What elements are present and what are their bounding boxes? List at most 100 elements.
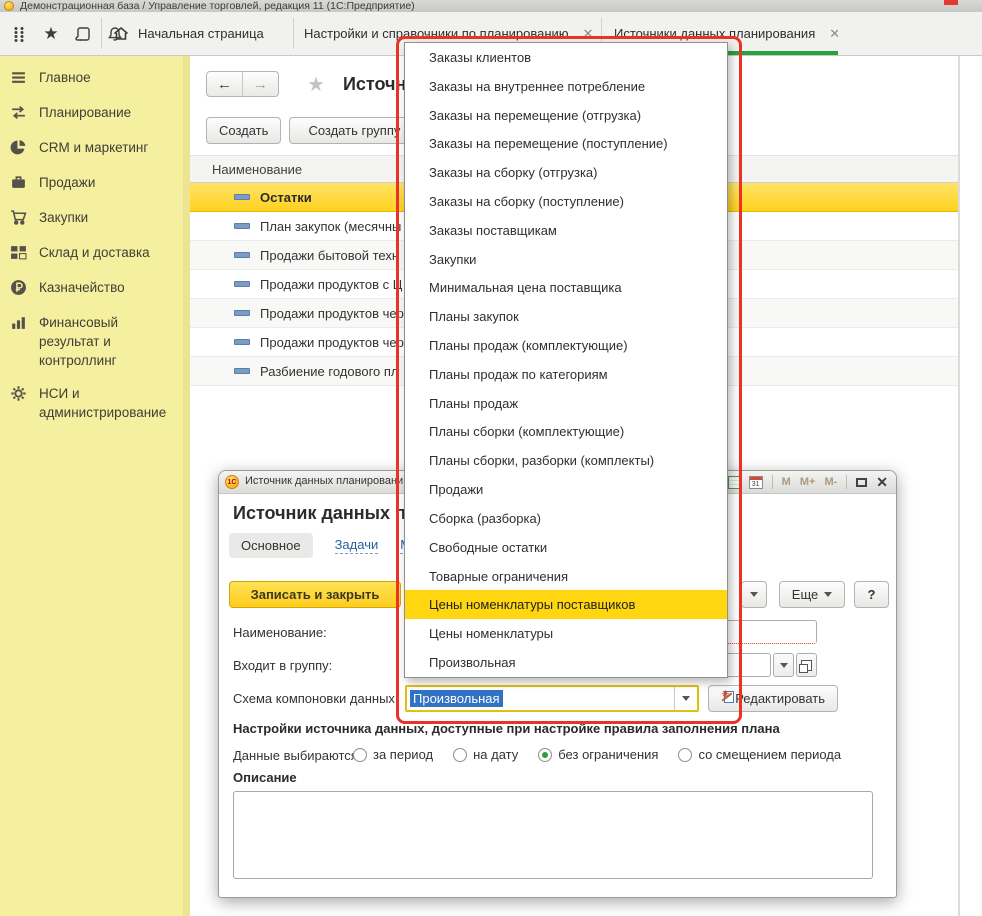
row-name: Продажи продуктов чер [260, 306, 404, 321]
dialog-title: Источник данных планировани [245, 475, 403, 487]
help-button[interactable]: ? [854, 581, 889, 608]
sidebar-item-4[interactable]: Закупки [0, 208, 190, 229]
group-label: Входит в группу: [233, 658, 332, 673]
dropdown-item[interactable]: Продажи [405, 475, 727, 504]
dialog-tab-main[interactable]: Основное [229, 533, 313, 558]
app-titlebar: Демонстрационная база / Управление торго… [0, 0, 982, 12]
service-menu-icon[interactable] [10, 25, 28, 43]
sidebar-scrollbar[interactable] [183, 56, 190, 916]
tab-home[interactable]: Начальная страница [102, 12, 292, 55]
schema-dropdown-arrow[interactable] [674, 687, 697, 710]
calendar-icon[interactable]: 31 [749, 476, 763, 489]
memory-m-plus-button[interactable]: M+ [800, 476, 816, 488]
dropdown-item[interactable]: Планы продаж по категориям [405, 360, 727, 389]
sidebar: Главное Планирование CRM и маркетинг Продаж… [0, 56, 190, 916]
sidebar-item-3[interactable]: Продажи [0, 173, 190, 194]
save-and-close-button[interactable]: Записать и закрыть [229, 581, 401, 608]
dropdown-item[interactable]: Заказы клиентов [405, 43, 727, 72]
radio-circle-icon[interactable] [353, 748, 367, 762]
dropdown-item[interactable]: Свободные остатки [405, 533, 727, 562]
dropdown-item[interactable]: Заказы поставщикам [405, 216, 727, 245]
dropdown-item[interactable]: Заказы на сборку (отгрузка) [405, 158, 727, 187]
dropdown-item[interactable]: Закупки [405, 245, 727, 274]
dropdown-item[interactable]: Планы закупок [405, 302, 727, 331]
sidebar-item-label: Главное [39, 68, 91, 87]
description-field[interactable] [233, 791, 873, 879]
schema-combobox[interactable]: Произвольная [405, 685, 699, 712]
sidebar-item-6[interactable]: Казначейство [0, 278, 190, 299]
radio-circle-icon[interactable] [538, 748, 552, 762]
tab-settings-close-icon[interactable]: ✕ [583, 26, 594, 42]
radio-option-1[interactable]: на дату [453, 747, 518, 762]
radio-label: со смещением периода [698, 747, 841, 762]
sidebar-item-label: Продажи [39, 173, 95, 192]
tab-planning-sources-close-icon[interactable]: ✕ [829, 26, 838, 42]
dropdown-item[interactable]: Заказы на внутреннее потребление [405, 72, 727, 101]
dialog-tab-tasks[interactable]: Задачи [335, 537, 379, 554]
dropdown-item[interactable]: Цены номенклатуры [405, 619, 727, 648]
create-group-button[interactable]: Создать группу [289, 117, 419, 144]
onec-logo-icon: 1С [225, 475, 239, 489]
radio-option-3[interactable]: со смещением периода [678, 747, 841, 762]
split-arrow-button[interactable] [741, 581, 767, 608]
more-button[interactable]: Еще [779, 581, 845, 608]
row-name: Продажи бытовой техн [260, 248, 399, 263]
sidebar-item-7[interactable]: Финансовый результат и контроллинг [0, 313, 190, 370]
dropdown-item[interactable]: Планы продаж [405, 389, 727, 418]
radio-label: за период [373, 747, 433, 762]
dropdown-item[interactable]: Минимальная цена поставщика [405, 274, 727, 303]
dropdown-item[interactable]: Планы сборки (комплектующие) [405, 418, 727, 447]
warehouse-icon [10, 244, 27, 261]
group-dropdown-button[interactable] [773, 653, 794, 677]
history-icon[interactable] [74, 25, 92, 43]
dropdown-item[interactable]: Планы сборки, разборки (комплекты) [405, 446, 727, 475]
item-dash-icon [234, 368, 250, 374]
dropdown-item[interactable]: Заказы на перемещение (отгрузка) [405, 101, 727, 130]
radio-label: без ограничения [558, 747, 658, 762]
sidebar-item-0[interactable]: Главное [0, 68, 190, 89]
group-open-button[interactable] [796, 653, 817, 677]
forward-button[interactable]: → [242, 72, 278, 96]
row-name: План закупок (месячны [260, 219, 401, 234]
edit-schema-button[interactable]: ✳ Редактировать [708, 685, 838, 712]
radio-circle-icon[interactable] [453, 748, 467, 762]
sidebar-item-label: CRM и маркетинг [39, 138, 148, 157]
back-button[interactable]: ← [207, 72, 242, 96]
calculator-icon[interactable] [728, 476, 740, 489]
dropdown-item[interactable]: Цены номенклатуры поставщиков [405, 590, 727, 619]
sidebar-item-label: Склад и доставка [39, 243, 150, 262]
radio-option-2[interactable]: без ограничения [538, 747, 658, 762]
item-dash-icon [234, 310, 250, 316]
settings-header: Настройки источника данных, доступные пр… [233, 721, 780, 736]
sidebar-item-2[interactable]: CRM и маркетинг [0, 138, 190, 159]
dropdown-item[interactable]: Сборка (разборка) [405, 504, 727, 533]
maximize-icon[interactable] [856, 478, 867, 487]
dropdown-item[interactable]: Заказы на перемещение (поступление) [405, 129, 727, 158]
radio-circle-icon[interactable] [678, 748, 692, 762]
radio-option-0[interactable]: за период [353, 747, 433, 762]
tab-planning-sources-label: Источники данных планирования [614, 26, 815, 41]
favorite-star-icon[interactable]: ★ [307, 72, 325, 97]
dropdown-item[interactable]: Товарные ограничения [405, 562, 727, 591]
cart-icon [10, 209, 27, 226]
create-button[interactable]: Создать [206, 117, 281, 144]
memory-m-minus-button[interactable]: M- [824, 476, 837, 488]
row-name: Продажи продуктов чер [260, 335, 404, 350]
memory-m-button[interactable]: M [782, 476, 791, 488]
schema-label: Схема компоновки данных: [233, 691, 399, 706]
sidebar-item-label: Планирование [39, 103, 131, 122]
tab-settings-label: Настройки и справочники по планированию [304, 26, 569, 41]
favorites-star-icon[interactable]: ★ [42, 25, 60, 43]
dropdown-item[interactable]: Планы продаж (комплектующие) [405, 331, 727, 360]
sidebar-item-5[interactable]: Склад и доставка [0, 243, 190, 264]
dialog-close-icon[interactable]: ✕ [876, 475, 888, 489]
dropdown-item[interactable]: Заказы на сборку (поступление) [405, 187, 727, 216]
app-close-button[interactable] [944, 0, 958, 5]
sidebar-item-1[interactable]: Планирование [0, 103, 190, 124]
magic-wand-icon: ✳ [721, 691, 728, 706]
dialog-heading: Источник данных пл [233, 503, 417, 524]
dropdown-item[interactable]: Произвольная [405, 648, 727, 677]
planning-icon [10, 104, 27, 121]
sidebar-item-8[interactable]: НСИ и администрирование [0, 384, 190, 422]
application-window: Демонстрационная база / Управление торго… [0, 0, 982, 916]
